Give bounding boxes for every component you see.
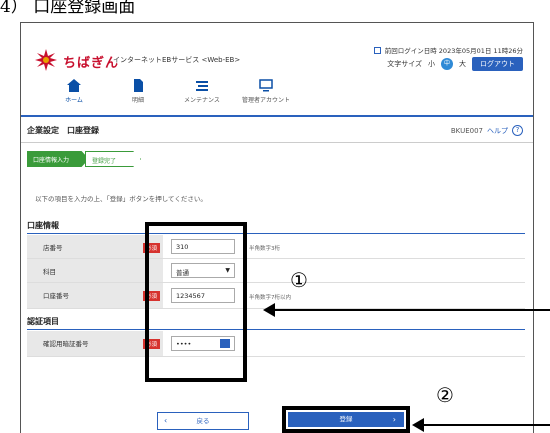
monitor-icon <box>259 79 273 92</box>
step-next: 登録完了 <box>85 151 141 167</box>
calendar-icon <box>373 46 381 54</box>
bank-logo-icon <box>35 49 57 71</box>
branch-number-hint: 半角数字3桁 <box>249 246 280 252</box>
site-header: ちばぎん インターネットEBサービス <Web-EB> 前回ログイン日時 202… <box>21 23 533 118</box>
screen-id: BKUE007 <box>450 126 483 135</box>
section-divider <box>27 233 525 234</box>
section-divider <box>27 329 525 330</box>
nav-admin-account[interactable]: 管理者アカウント <box>241 79 291 104</box>
header-tools: 文字サイズ 小 中 大 ログアウト <box>387 57 523 71</box>
browser-frame: ちばぎん インターネットEBサービス <Web-EB> 前回ログイン日時 202… <box>20 22 534 433</box>
account-number-hint: 半角数字7桁以内 <box>249 295 291 301</box>
chevron-right-icon: › <box>392 415 396 424</box>
register-button[interactable]: 登録 › <box>288 412 404 427</box>
global-nav: ホーム 明細 メンテナンス 管理者アカウント <box>49 79 291 104</box>
maintenance-icon <box>196 81 208 91</box>
account-number-row: 口座番号 必須 1234567 半角数字7桁以内 <box>27 283 525 309</box>
instruction-text: 以下の項目を入力の上、「登録」ボタンを押してください。 <box>35 195 207 203</box>
service-name: インターネットEBサービス <Web-EB> <box>113 56 241 64</box>
arrow-line <box>422 424 550 426</box>
chevron-left-icon: ‹ <box>164 416 168 425</box>
arrow-line <box>272 309 550 311</box>
help-question-icon[interactable]: ? <box>512 125 523 136</box>
step-current: 口座情報入力 <box>27 151 89 167</box>
last-login: 前回ログイン日時 2023年05月01日 11時26分 <box>373 45 523 55</box>
page-title-bar: 企業設定 口座登録 BKUE007 ヘルプ ? <box>21 119 533 143</box>
font-large-button[interactable]: 大 <box>459 59 466 69</box>
help-link[interactable]: ヘルプ <box>487 126 508 136</box>
brand-name[interactable]: ちばぎん <box>63 52 119 71</box>
document-heading: 4） 口座登録画面 <box>0 0 136 17</box>
callout-number-1: ① <box>290 268 308 292</box>
nav-maintenance[interactable]: メンテナンス <box>177 79 227 104</box>
step-indicator: 口座情報入力 登録完了 <box>27 151 141 167</box>
font-mid-button[interactable]: 中 <box>441 58 453 70</box>
back-button[interactable]: ‹ 戻る <box>157 412 249 430</box>
page-title: 企業設定 口座登録 <box>27 126 99 135</box>
callout-number-2: ② <box>436 383 454 407</box>
font-small-button[interactable]: 小 <box>428 59 435 69</box>
home-icon <box>67 79 81 92</box>
help-area: BKUE007 ヘルプ ? <box>451 125 523 136</box>
auth-section-title: 認証項目 <box>27 317 59 326</box>
header-divider <box>21 115 533 117</box>
input-highlight-box <box>145 222 247 382</box>
font-size-label: 文字サイズ <box>387 60 422 68</box>
account-type-label: 科目 <box>27 259 163 282</box>
logout-button[interactable]: ログアウト <box>472 57 523 71</box>
confirm-pin-row: 確認用暗証番号 必須 •••• <box>27 331 525 357</box>
nav-statements[interactable]: 明細 <box>113 79 163 104</box>
account-section-title: 口座情報 <box>27 221 59 230</box>
account-type-row: 科目 普通 ▼ <box>27 259 525 283</box>
next-button-highlight: 登録 › <box>282 406 410 433</box>
nav-home[interactable]: ホーム <box>49 79 99 104</box>
document-icon <box>134 79 143 92</box>
branch-number-row: 店番号 必須 310 半角数字3桁 <box>27 235 525 259</box>
